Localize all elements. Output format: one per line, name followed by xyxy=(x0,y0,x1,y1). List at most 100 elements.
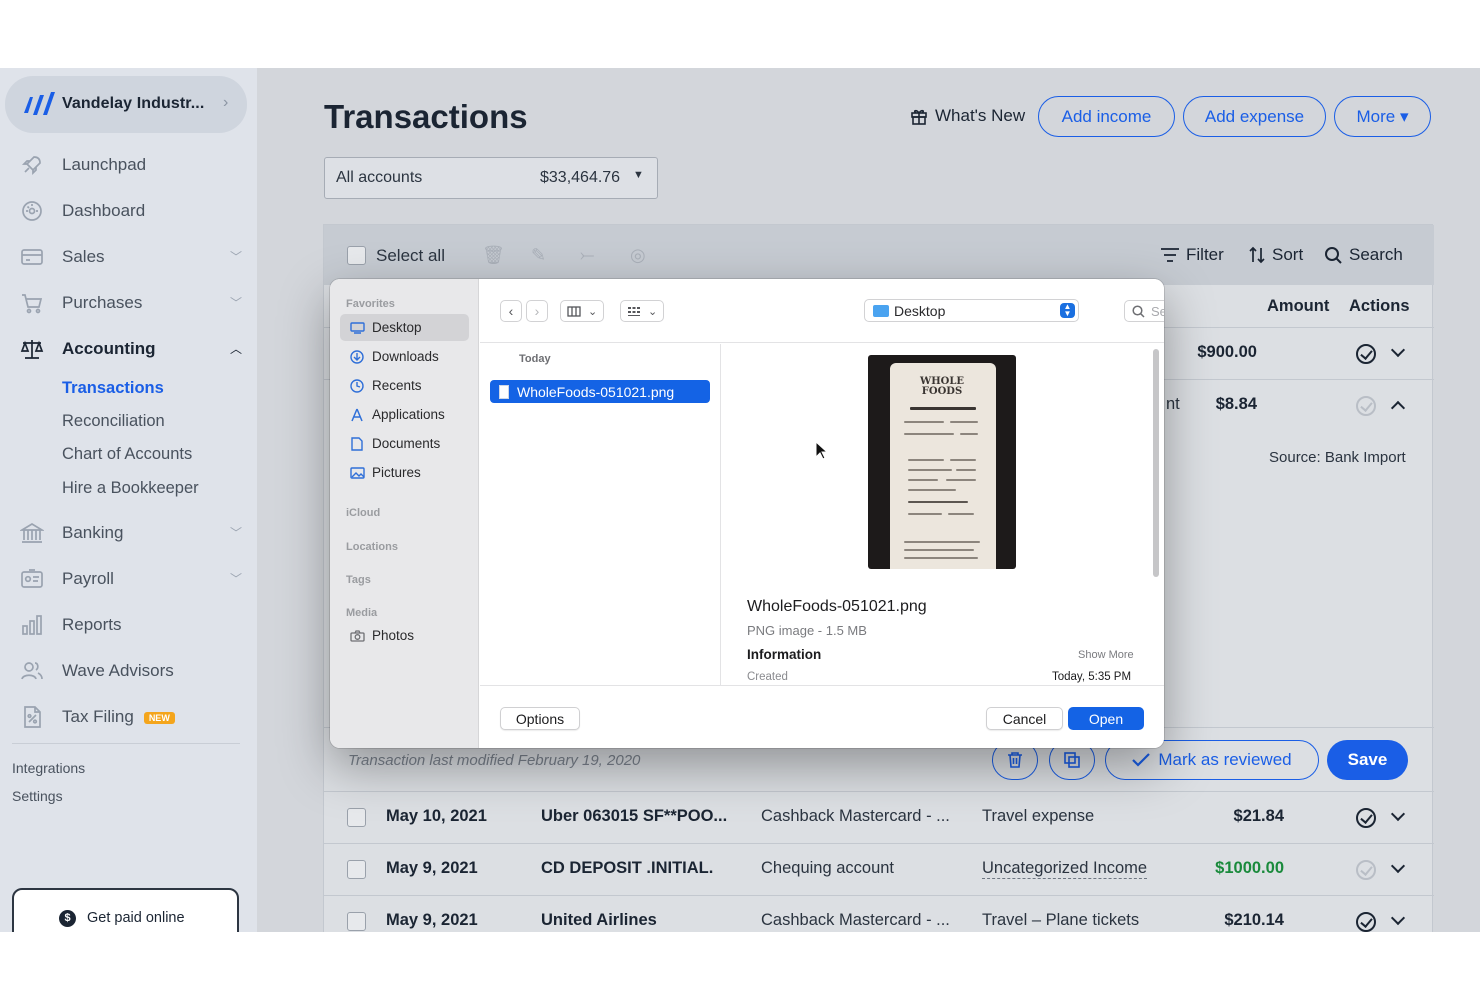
sidebar-item-recents[interactable]: Recents xyxy=(340,372,469,399)
integrations-link[interactable]: Integrations xyxy=(12,760,85,776)
forward-button[interactable]: › xyxy=(526,300,548,322)
sidebar-item-documents[interactable]: Documents xyxy=(340,430,469,457)
advisors-icon xyxy=(18,657,46,685)
chevron-down-icon[interactable] xyxy=(1390,910,1406,926)
sidebar-item-applications[interactable]: Applications xyxy=(340,401,469,428)
sidebar-item-pictures[interactable]: Pictures xyxy=(340,459,469,486)
location-select[interactable]: Desktop ▲ ▼ xyxy=(864,299,1079,322)
chevron-down-icon: ⌄ xyxy=(648,305,658,318)
sidebar-item-payroll[interactable]: Payroll ﹀ xyxy=(18,564,248,594)
sort-button[interactable]: Sort xyxy=(1248,245,1303,265)
row-checkbox[interactable] xyxy=(347,808,366,827)
preview-scrollbar[interactable] xyxy=(1153,349,1159,577)
unreviewed-check-icon[interactable] xyxy=(1356,396,1376,416)
search-icon xyxy=(1132,304,1145,318)
sidebar-item-reports[interactable]: Reports xyxy=(18,610,248,640)
unreviewed-check-icon[interactable] xyxy=(1356,860,1376,880)
account-select[interactable]: All accounts $33,464.76 ▼ xyxy=(324,157,658,199)
column-header-amount[interactable]: Amount xyxy=(1267,297,1329,316)
chevron-up-icon[interactable] xyxy=(1390,400,1406,416)
chevron-down-icon[interactable] xyxy=(1390,806,1406,822)
options-button[interactable]: Options xyxy=(500,707,580,730)
select-all-label[interactable]: Select all xyxy=(376,246,445,266)
row-checkbox[interactable] xyxy=(347,860,366,879)
created-value: Today, 5:35 PM xyxy=(1052,671,1132,683)
business-switcher[interactable]: Vandelay Industr... › xyxy=(5,76,247,133)
dialog-sidebar: Favorites Desktop Downloads Recents Appl… xyxy=(330,279,479,748)
sidebar-item-desktop[interactable]: Desktop xyxy=(340,314,469,341)
filter-button[interactable]: Filter xyxy=(1160,245,1224,265)
table-row[interactable]: May 10, 2021 Uber 063015 SF**POO... Cash… xyxy=(324,791,1434,843)
search-button[interactable]: Search xyxy=(1324,245,1403,265)
dollar-icon: $ xyxy=(59,910,76,927)
chevron-down-icon[interactable] xyxy=(1390,342,1406,358)
gift-icon xyxy=(911,109,927,125)
trash-icon[interactable]: 🗑 xyxy=(482,245,505,266)
sidebar-item-label: Tax Filing xyxy=(62,707,134,726)
more-button[interactable]: More ▾ xyxy=(1334,96,1431,137)
preview-file-name: WholeFoods-051021.png xyxy=(747,598,927,615)
group-view-button[interactable]: ⌄ xyxy=(620,300,665,322)
sidebar-sub-chart-of-accounts[interactable]: Chart of Accounts xyxy=(62,445,192,464)
reviewed-check-icon[interactable] xyxy=(1356,344,1376,364)
show-more-link[interactable]: Show More xyxy=(1078,649,1134,661)
open-button[interactable]: Open xyxy=(1068,707,1144,730)
columns-icon xyxy=(567,305,581,317)
select-all-checkbox[interactable] xyxy=(347,246,366,265)
sidebar-sub-transactions[interactable]: Transactions xyxy=(62,379,164,398)
sidebar-item-purchases[interactable]: Purchases ﹀ xyxy=(18,288,248,318)
chevron-right-icon: › xyxy=(223,94,229,111)
sidebar-item-banking[interactable]: Banking ﹀ xyxy=(18,518,248,548)
check-circle-icon[interactable]: ◎ xyxy=(630,245,646,266)
file-column: Today WholeFoods-051021.png xyxy=(480,344,721,685)
sidebar-item-accounting[interactable]: Accounting ︿ xyxy=(18,334,248,364)
copy-icon xyxy=(1064,752,1080,768)
reviewed-check-icon[interactable] xyxy=(1356,912,1376,932)
table-row[interactable]: May 9, 2021 United Airlines Cashback Mas… xyxy=(324,895,1434,932)
merge-icon[interactable]: ⤚ xyxy=(580,245,594,266)
caret-down-icon: ▼ xyxy=(633,169,644,181)
source-label: Source: Bank Import xyxy=(1269,449,1406,466)
sidebar-sub-reconciliation[interactable]: Reconciliation xyxy=(62,412,165,431)
section-media: Media xyxy=(346,607,378,619)
sidebar-item-wave-advisors[interactable]: Wave Advisors xyxy=(18,656,248,686)
column-view-button[interactable]: ⌄ xyxy=(560,300,605,322)
trash-icon xyxy=(1008,752,1022,768)
folder-icon xyxy=(873,304,889,317)
payroll-icon xyxy=(18,565,46,593)
sidebar-sub-hire-bookkeeper[interactable]: Hire a Bookkeeper xyxy=(62,479,199,498)
sidebar-item-sales[interactable]: Sales ﹀ xyxy=(18,242,248,272)
wave-logo-icon xyxy=(24,92,55,115)
table-toolbar: Select all 🗑 ✎ ⤚ ◎ Filter Sort Search xyxy=(324,225,1434,285)
whats-new-button[interactable]: What's New xyxy=(910,106,1025,126)
dialog-search-field[interactable]: Search xyxy=(1124,300,1164,322)
pencil-icon[interactable]: ✎ xyxy=(531,245,546,266)
settings-link[interactable]: Settings xyxy=(12,788,63,804)
section-tags: Tags xyxy=(346,574,371,586)
get-paid-online-button[interactable]: $ Get paid online xyxy=(12,888,239,932)
add-income-button[interactable]: Add income xyxy=(1038,96,1175,137)
sidebar-item-dashboard[interactable]: Dashboard xyxy=(18,196,248,226)
section-locations: Locations xyxy=(346,541,398,553)
sidebar-item-photos[interactable]: Photos xyxy=(340,622,469,649)
reviewed-check-icon[interactable] xyxy=(1356,808,1376,828)
cancel-button[interactable]: Cancel xyxy=(986,707,1063,730)
table-row[interactable]: May 9, 2021 CD DEPOSIT .INITIAL. Chequin… xyxy=(324,843,1434,895)
sidebar-item-tax-filing[interactable]: Tax Filing NEW xyxy=(18,702,248,732)
sales-icon xyxy=(18,243,46,271)
back-button[interactable]: ‹ xyxy=(500,300,522,322)
chevron-down-icon[interactable] xyxy=(1390,858,1406,874)
up-down-arrows-icon: ▲ ▼ xyxy=(1060,303,1075,318)
desktop-icon xyxy=(349,321,365,335)
sidebar-item-launchpad[interactable]: Launchpad xyxy=(18,150,248,180)
sidebar-item-downloads[interactable]: Downloads xyxy=(340,343,469,370)
image-file-icon xyxy=(499,384,509,399)
section-icloud: iCloud xyxy=(346,507,381,519)
receipt-brand-logo: WHOLE FOODS xyxy=(919,376,965,397)
save-button[interactable]: Save xyxy=(1327,740,1408,780)
bank-icon xyxy=(18,519,46,547)
chevron-down-icon: ⌄ xyxy=(588,305,598,318)
row-checkbox[interactable] xyxy=(347,912,366,931)
add-expense-button[interactable]: Add expense xyxy=(1183,96,1326,137)
file-item-selected[interactable]: WholeFoods-051021.png xyxy=(490,380,710,403)
